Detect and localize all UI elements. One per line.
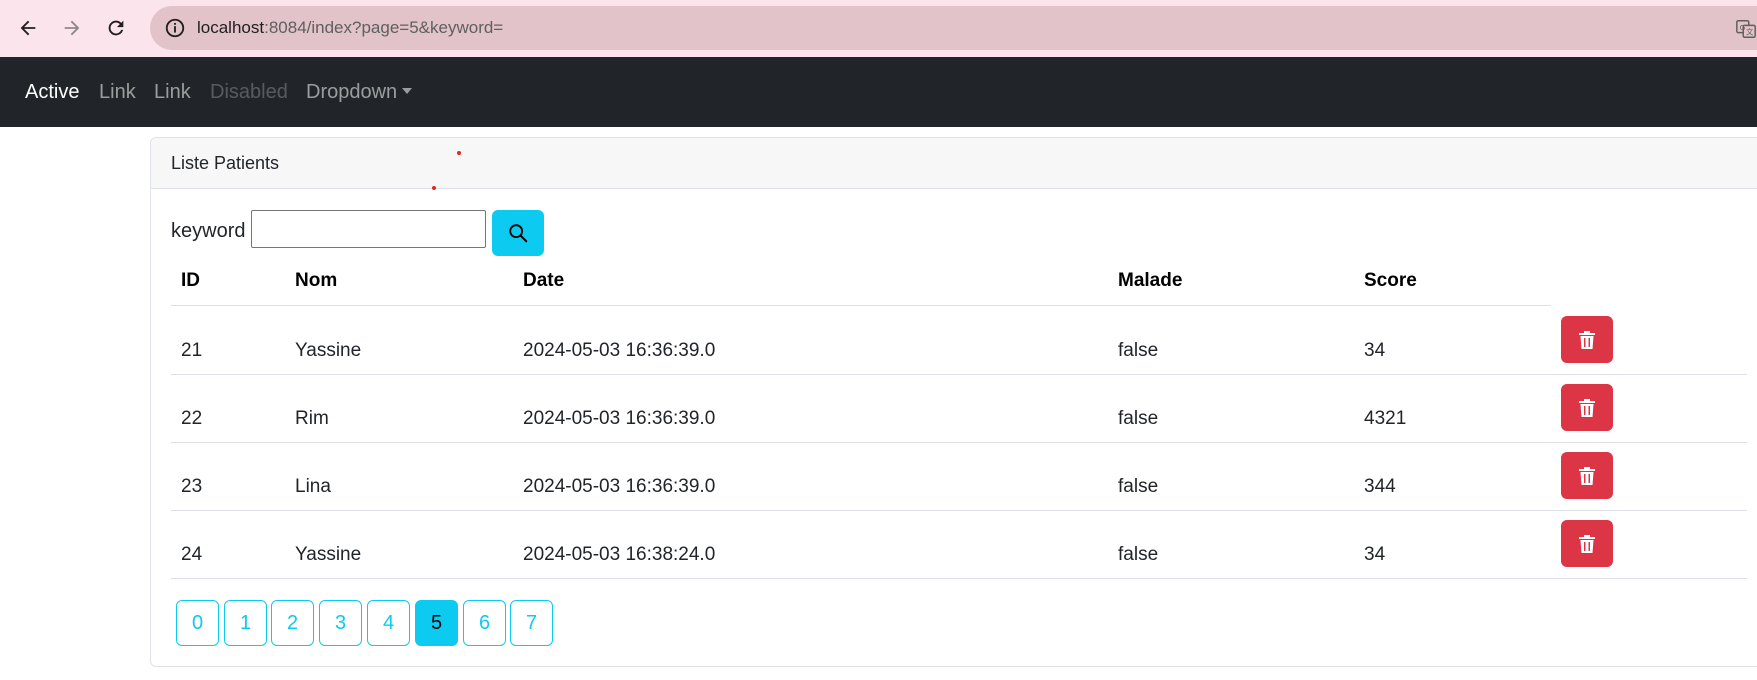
card-title: Liste Patients [171, 153, 280, 173]
cell-id: 24 [181, 544, 203, 565]
cell-id: 22 [181, 408, 203, 429]
delete-button[interactable] [1561, 316, 1613, 363]
keyword-label: keyword [171, 220, 246, 242]
page-button-2[interactable]: 2 [271, 600, 314, 646]
cell-nom: Yassine [295, 544, 362, 565]
cell-score: 34 [1364, 544, 1386, 565]
search-icon [509, 224, 528, 243]
cell-malade: false [1118, 408, 1159, 429]
cell-score: 4321 [1364, 408, 1407, 429]
svg-text:G: G [1740, 23, 1746, 32]
cell-date: 2024-05-03 16:36:39.0 [523, 340, 716, 361]
table-head-divider [171, 305, 1551, 306]
site-info-icon[interactable] [164, 17, 186, 39]
cell-score: 344 [1364, 476, 1396, 497]
url-host: localhost [197, 18, 265, 37]
delete-button[interactable] [1561, 520, 1613, 567]
nav-link-2[interactable]: Link [154, 81, 191, 104]
row-divider [171, 374, 1747, 375]
card-header: Liste Patients [151, 138, 1757, 189]
arrow-right-icon [64, 20, 80, 36]
cell-malade: false [1118, 340, 1159, 361]
cell-id: 23 [181, 476, 203, 497]
search-button[interactable] [492, 210, 544, 256]
nav-dropdown-label: Dropdown [306, 81, 398, 103]
nav-link-1[interactable]: Link [99, 81, 136, 104]
keyword-input[interactable] [251, 210, 486, 248]
delete-button[interactable] [1561, 384, 1613, 431]
cell-malade: false [1118, 544, 1159, 565]
svg-text:文: 文 [1746, 28, 1754, 37]
cell-date: 2024-05-03 16:36:39.0 [523, 408, 716, 429]
url-path: :8084/index?page=5&keyword= [264, 18, 504, 37]
reload-icon [108, 20, 124, 36]
header-malade: Malade [1118, 270, 1183, 291]
page-button-6[interactable]: 6 [463, 600, 506, 646]
trash-icon [1579, 466, 1595, 485]
url-text[interactable]: localhost:8084/index?page=5&keyword= [197, 18, 503, 38]
trash-icon [1579, 330, 1595, 349]
nav-disabled: Disabled [210, 81, 288, 103]
page-button-3[interactable]: 3 [319, 600, 362, 646]
page-button-0[interactable]: 0 [176, 600, 219, 646]
page-button-4[interactable]: 4 [367, 600, 410, 646]
translate-icon[interactable]: G 文 [1735, 18, 1757, 40]
page-button-5-current[interactable]: 5 [415, 600, 458, 646]
row-divider [171, 442, 1747, 443]
trash-icon [1579, 534, 1595, 553]
cell-nom: Yassine [295, 340, 362, 361]
cell-score: 34 [1364, 340, 1386, 361]
arrow-left-icon [20, 20, 36, 36]
cell-date: 2024-05-03 16:36:39.0 [523, 476, 716, 497]
delete-button[interactable] [1561, 452, 1613, 499]
page-button-1[interactable]: 1 [224, 600, 267, 646]
header-nom: Nom [295, 270, 338, 291]
caret-down-icon [402, 88, 413, 94]
cell-date: 2024-05-03 16:38:24.0 [523, 544, 716, 565]
header-id: ID [181, 270, 200, 291]
nav-dropdown[interactable]: Dropdown [306, 81, 413, 104]
top-navbar: Active Link Link Disabled Dropdown [0, 57, 1757, 127]
red-dot-marker [432, 186, 436, 190]
header-date: Date [523, 270, 565, 291]
cell-nom: Lina [295, 476, 331, 497]
row-divider [171, 578, 1747, 579]
address-bar[interactable]: localhost:8084/index?page=5&keyword= G 文 [150, 6, 1757, 50]
reload-button[interactable] [99, 11, 133, 45]
forward-button[interactable] [55, 11, 89, 45]
cell-nom: Rim [295, 408, 329, 429]
cell-malade: false [1118, 476, 1159, 497]
red-dot-marker [457, 151, 461, 155]
nav-active[interactable]: Active [25, 81, 79, 104]
page-button-7[interactable]: 7 [510, 600, 553, 646]
back-button[interactable] [11, 11, 45, 45]
trash-icon [1579, 398, 1595, 417]
header-score: Score [1364, 270, 1417, 291]
browser-toolbar: localhost:8084/index?page=5&keyword= G 文 [0, 0, 1757, 57]
cell-id: 21 [181, 340, 203, 361]
row-divider [171, 510, 1747, 511]
